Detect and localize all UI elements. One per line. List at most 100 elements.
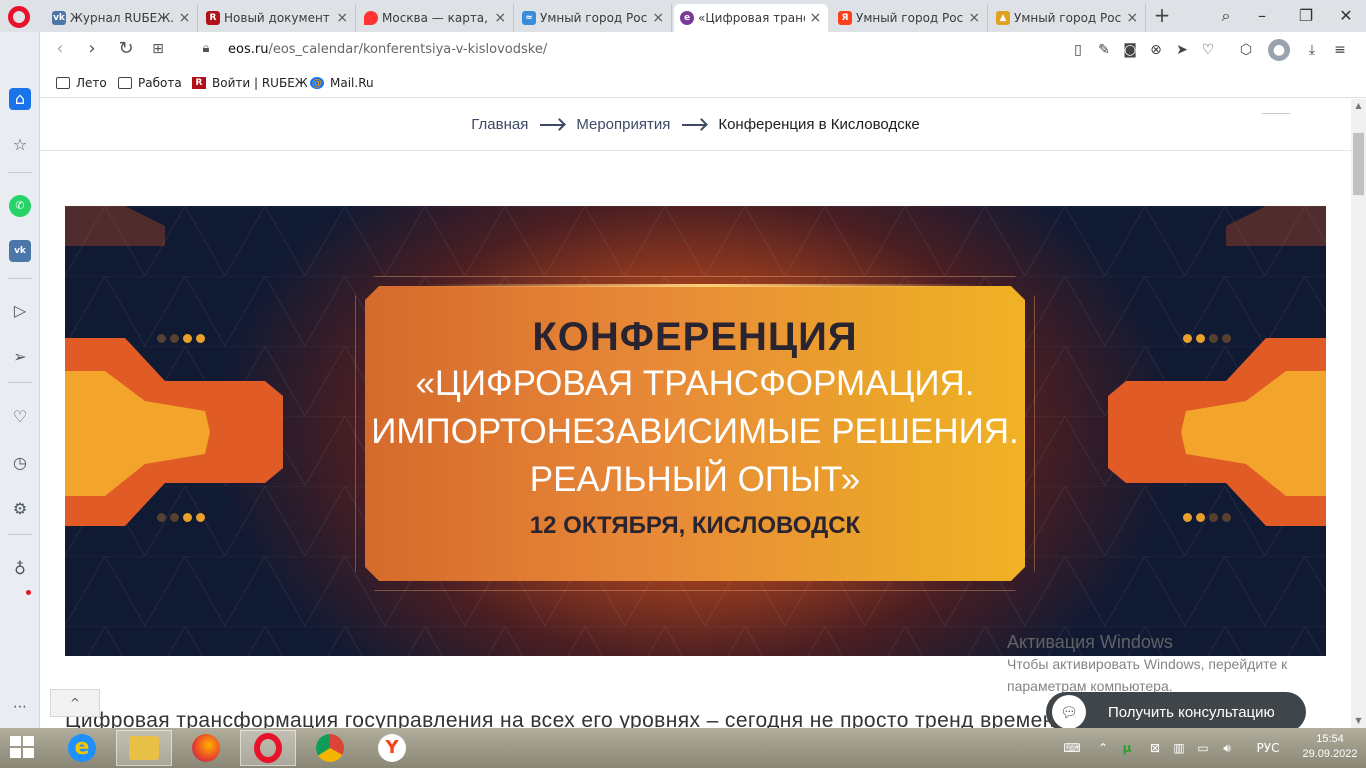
tab-title: Москва — карта, ч xyxy=(382,11,490,25)
get-consultation-button[interactable]: 💬︎ Получить консультацию xyxy=(1046,692,1306,732)
camera-icon[interactable]: ◙ xyxy=(1120,39,1140,61)
bookmark-leto[interactable]: Лето xyxy=(56,74,107,92)
banner-date: 12 ОКТЯБРЯ, КИСЛОВОДСК xyxy=(529,512,861,539)
breadcrumb-home[interactable]: Главная xyxy=(471,116,528,133)
lightbulb-icon[interactable]: ♁ xyxy=(9,558,31,580)
player-icon[interactable]: ▷ xyxy=(9,300,31,322)
volume-icon[interactable]: 🔊︎ xyxy=(1218,738,1236,758)
back-icon[interactable]: ‹ xyxy=(48,38,72,62)
scroll-top-button[interactable]: ^ xyxy=(50,689,100,717)
taskbar-yandex[interactable]: Y xyxy=(364,730,420,766)
taskbar-ie[interactable]: e xyxy=(54,730,110,766)
tray-app-icon[interactable]: ▥ xyxy=(1170,738,1188,758)
plate-glow xyxy=(425,284,985,287)
page-scrollbar[interactable]: ▲ ▼ xyxy=(1351,99,1366,728)
tab-2[interactable]: Москва — карта, ч × xyxy=(358,4,514,32)
speed-dial-icon[interactable]: ⊞ xyxy=(146,38,170,62)
tab-1[interactable]: R Новый документ | × xyxy=(200,4,356,32)
language-indicator[interactable]: РУС xyxy=(1248,738,1288,758)
url-input[interactable]: eos.ru/eos_calendar/konferentsiya-v-kisl… xyxy=(228,40,1048,60)
close-icon[interactable]: × xyxy=(494,10,507,26)
tray-expand-icon[interactable]: ⌃ xyxy=(1096,738,1110,758)
edit-icon[interactable]: ✎ xyxy=(1094,39,1114,61)
lock-icon: 🔒︎ xyxy=(202,41,210,56)
bookmark-rubezh[interactable]: R Войти | RUБЕЖ xyxy=(192,74,308,92)
block-ads-icon[interactable]: ⊗ xyxy=(1146,39,1166,61)
url-path: /eos_calendar/konferentsiya-v-kislovodsk… xyxy=(268,42,548,57)
close-icon[interactable]: × xyxy=(1126,10,1139,26)
url-host: eos.ru xyxy=(228,42,269,57)
taskbar-firefox[interactable] xyxy=(178,730,234,766)
reader-icon[interactable]: ▯ xyxy=(1068,39,1088,61)
scroll-up-icon[interactable]: ▲ xyxy=(1351,99,1366,113)
dots-decoration xyxy=(1183,334,1231,343)
download-icon[interactable]: ⤓ xyxy=(1302,39,1322,61)
utorrent-icon[interactable]: µ xyxy=(1118,738,1136,758)
sidebar-divider xyxy=(8,382,32,383)
scroll-down-icon[interactable]: ▼ xyxy=(1351,714,1366,728)
home-icon[interactable]: ⌂ xyxy=(9,88,31,110)
heart-icon[interactable]: ♡ xyxy=(9,406,31,428)
tab-title: Умный город Роса xyxy=(856,11,964,25)
activation-subtitle: Чтобы активировать Windows, перейдите к … xyxy=(1007,656,1288,694)
tab-3[interactable]: ≈ Умный город Роса × xyxy=(516,4,672,32)
keyboard-icon[interactable]: ⌨ xyxy=(1058,738,1086,758)
taskbar-explorer[interactable] xyxy=(116,730,172,766)
system-clock[interactable]: 15:54 29.09.2022 xyxy=(1300,732,1360,762)
taskbar-opera[interactable] xyxy=(240,730,296,766)
heart-icon[interactable]: ♡ xyxy=(1198,39,1218,61)
send-icon[interactable]: ➢ xyxy=(9,346,31,368)
close-window-icon[interactable]: ✕ xyxy=(1334,4,1358,28)
reload-icon[interactable]: ↻ xyxy=(114,38,138,62)
close-icon[interactable]: × xyxy=(652,10,665,26)
forward-icon[interactable]: › xyxy=(80,38,104,62)
yandex-icon: Я xyxy=(838,11,852,25)
minimize-icon[interactable]: – xyxy=(1250,4,1274,28)
tab-title: Журнал RUБЕЖ. Ак xyxy=(70,11,174,25)
menu-icon[interactable]: ≡ xyxy=(1330,39,1350,61)
battery-icon[interactable]: ▭ xyxy=(1194,738,1212,758)
windows-taskbar: e Y ⌨ ⌃ µ ⊠ ▥ ▭ 🔊︎ РУС 15:54 29.09.2022 xyxy=(0,728,1366,768)
profile-avatar-icon[interactable]: ● xyxy=(1268,39,1290,61)
more-icon[interactable]: ⋯ xyxy=(9,696,31,718)
close-icon[interactable]: × xyxy=(809,10,822,26)
sidebar-divider xyxy=(8,278,32,279)
sidebar-divider xyxy=(8,172,32,173)
breadcrumb-events[interactable]: Мероприятия xyxy=(576,116,670,133)
vk-icon[interactable]: vk xyxy=(9,240,31,262)
bookmark-label: Лето xyxy=(76,76,107,90)
windows-start-icon[interactable] xyxy=(10,736,36,760)
rubezh-icon: R xyxy=(206,11,220,25)
tab-6[interactable]: ▲ Умный город Роса × xyxy=(990,4,1146,32)
mailru-icon: @ xyxy=(310,77,324,89)
network-x-icon[interactable]: ⊠ xyxy=(1146,738,1164,758)
star-icon[interactable]: ☆ xyxy=(9,134,31,156)
cube-icon[interactable]: ⬡ xyxy=(1236,39,1256,61)
bookmark-rabota[interactable]: Работа xyxy=(118,74,182,92)
clock-date: 29.09.2022 xyxy=(1302,748,1358,760)
tab-title: Умный город Роса xyxy=(540,11,648,25)
rubezh-icon: R xyxy=(192,77,206,89)
notification-dot xyxy=(26,590,31,595)
opera-menu-icon[interactable] xyxy=(8,6,30,28)
taskbar-chrome[interactable] xyxy=(302,730,358,766)
restore-icon[interactable]: ❐ xyxy=(1294,4,1318,28)
close-icon[interactable]: × xyxy=(968,10,981,26)
close-icon[interactable]: × xyxy=(336,10,349,26)
tab-4-active[interactable]: e «Цифровая трансф × xyxy=(674,4,828,32)
folder-icon xyxy=(129,736,159,760)
whatsapp-icon[interactable]: ✆ xyxy=(9,195,31,217)
gear-icon[interactable]: ⚙ xyxy=(9,498,31,520)
bookmark-mailru[interactable]: @ Mail.Ru xyxy=(310,74,374,92)
scrollbar-thumb[interactable] xyxy=(1353,133,1364,195)
bookmark-label: Mail.Ru xyxy=(330,76,374,90)
search-icon[interactable]: ⌕ xyxy=(1214,4,1238,28)
send-icon[interactable]: ➤ xyxy=(1172,39,1192,61)
opera-icon xyxy=(254,733,282,763)
close-icon[interactable]: × xyxy=(178,10,191,26)
history-icon[interactable]: ◷ xyxy=(9,452,31,474)
tab-5[interactable]: Я Умный город Роса × xyxy=(832,4,988,32)
new-tab-icon[interactable]: + xyxy=(1152,5,1172,26)
tab-0[interactable]: vk Журнал RUБЕЖ. Ак × xyxy=(46,4,198,32)
dots-decoration xyxy=(157,513,205,522)
